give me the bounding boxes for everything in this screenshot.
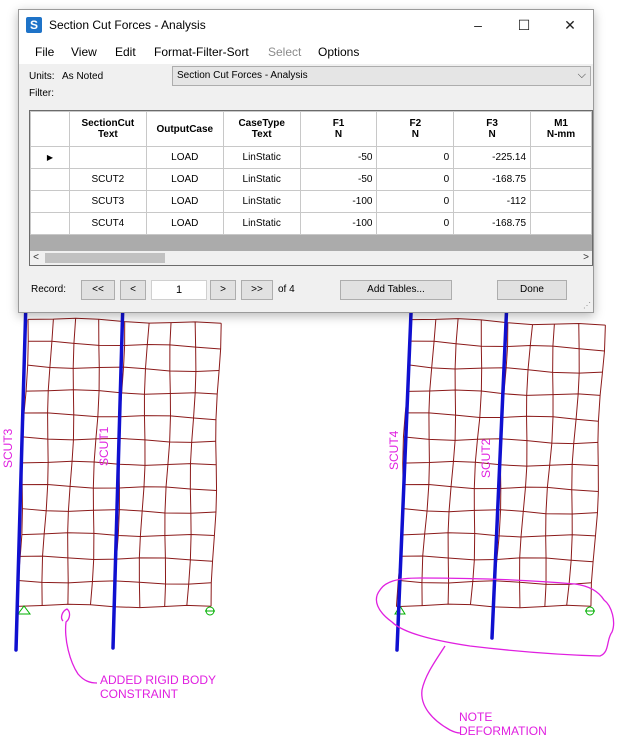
filter-label: Filter:	[29, 88, 54, 99]
table-select-dropdown[interactable]: Section Cut Forces - Analysis ⌵	[172, 66, 591, 86]
cell-outputcase[interactable]: LOAD	[145, 146, 224, 169]
table-select-value: Section Cut Forces - Analysis	[177, 70, 308, 81]
section-cut-line-scut3	[14, 263, 29, 652]
menu-options[interactable]: Options	[318, 45, 359, 59]
column-header-f2[interactable]: F2 N	[376, 111, 455, 147]
menu-edit[interactable]: Edit	[115, 45, 136, 59]
column-header-sectioncut[interactable]: SectionCut Text	[68, 111, 147, 147]
chevron-down-icon: ⌵	[577, 69, 586, 81]
column-header-f3[interactable]: F3 N	[453, 111, 532, 147]
last-record-button[interactable]: >>	[241, 280, 273, 300]
cell-sectioncut[interactable]: SCUT4	[68, 212, 147, 235]
table-header-row: SectionCut Text OutputCase CaseType Text F…	[30, 111, 592, 147]
cut-label-scut4: SCUT4	[387, 430, 401, 470]
record-number-input[interactable]: 1	[151, 280, 207, 300]
left-support-icons	[17, 605, 215, 616]
title-bar[interactable]: S Section Cut Forces - Analysis – ☐ ✕	[19, 10, 593, 40]
cell-f2[interactable]: 0	[376, 212, 455, 235]
rigid-body-pointer-stroke	[60, 608, 98, 684]
column-header-outputcase[interactable]: OutputCase	[145, 111, 224, 147]
cell-outputcase[interactable]: LOAD	[145, 168, 224, 191]
cell-casetype[interactable]: LinStatic	[222, 190, 301, 213]
cell-m1[interactable]	[530, 212, 592, 235]
cell-sectioncut[interactable]: SCUT1	[68, 146, 147, 169]
cell-f2[interactable]: 0	[376, 168, 455, 191]
cell-casetype[interactable]: LinStatic	[222, 168, 301, 191]
cell-sectioncut[interactable]: SCUT2	[68, 168, 147, 191]
cell-outputcase[interactable]: LOAD	[145, 212, 224, 235]
cell-f3[interactable]: -168.75	[453, 168, 532, 191]
cut-label-scut2: SCUT2	[479, 438, 493, 478]
cell-f1[interactable]: -50	[299, 146, 378, 169]
maximize-button[interactable]: ☐	[501, 10, 547, 40]
cell-f1[interactable]: -100	[299, 212, 378, 235]
data-grid: SectionCut Text OutputCase CaseType Text F…	[29, 110, 593, 266]
column-header-f1[interactable]: F1 N	[299, 111, 378, 147]
sap-app-icon: S	[26, 17, 42, 33]
cell-sectioncut[interactable]: SCUT3	[68, 190, 147, 213]
table-row[interactable]: SCUT2 LOAD LinStatic -50 0 -168.75	[30, 168, 592, 191]
cell-casetype[interactable]: LinStatic	[222, 212, 301, 235]
record-label: Record:	[31, 284, 67, 295]
deformation-pointer-stroke	[421, 645, 461, 734]
column-header-m1[interactable]: M1 N-mm	[530, 111, 592, 147]
table-row[interactable]: SCUT3 LOAD LinStatic -100 0 -112	[30, 190, 592, 213]
record-count: of 4	[278, 284, 295, 295]
cell-f3[interactable]: -225.14	[453, 146, 532, 169]
menu-select: Select	[268, 45, 302, 59]
add-tables-button[interactable]: Add Tables...	[340, 280, 452, 300]
minimize-button[interactable]: –	[455, 10, 501, 40]
scroll-right-icon[interactable]: >	[580, 251, 592, 265]
next-record-button[interactable]: >	[210, 280, 236, 300]
table-row[interactable]: SCUT4 LOAD LinStatic -100 0 -168.75	[30, 212, 592, 235]
cell-casetype[interactable]: LinStatic	[222, 146, 301, 169]
note-deformation-line1: NOTE	[459, 710, 492, 724]
window-title: Section Cut Forces - Analysis	[49, 18, 206, 32]
done-button[interactable]: Done	[497, 280, 567, 300]
scrollbar-thumb[interactable]	[45, 253, 165, 263]
note-rigid-body-line2: CONSTRAINT	[100, 687, 179, 701]
cell-m1[interactable]	[530, 168, 592, 191]
section-cut-forces-window: S Section Cut Forces - Analysis – ☐ ✕ Fi…	[18, 9, 594, 313]
cell-f1[interactable]: -100	[299, 190, 378, 213]
cell-f1[interactable]: -50	[299, 168, 378, 191]
note-deformation-line2: DEFORMATION	[459, 724, 547, 738]
horizontal-scrollbar[interactable]: < >	[30, 251, 592, 265]
cell-f3[interactable]: -112	[453, 190, 532, 213]
units-value: As Noted	[62, 71, 104, 82]
row-selector-header	[30, 111, 70, 147]
column-header-casetype[interactable]: CaseType Text	[222, 111, 301, 147]
cell-m1[interactable]	[530, 146, 592, 169]
row-selector[interactable]	[30, 190, 70, 213]
scroll-left-icon[interactable]: <	[30, 251, 42, 265]
close-button[interactable]: ✕	[547, 10, 593, 40]
cell-m1[interactable]	[530, 190, 592, 213]
units-label: Units:	[29, 71, 55, 82]
section-cut-line-scut1	[111, 263, 126, 650]
note-rigid-body-line1: ADDED RIGID BODY	[100, 673, 216, 687]
cut-label-scut3: SCUT3	[1, 428, 15, 468]
section-cut-table: SectionCut Text OutputCase CaseType Text F…	[30, 111, 592, 235]
resize-grip-icon[interactable]: ⋰	[583, 301, 591, 310]
menu-view[interactable]: View	[71, 45, 97, 59]
previous-record-button[interactable]: <	[120, 280, 146, 300]
menu-bar: File View Edit Format-Filter-Sort Select…	[19, 40, 593, 64]
row-selector[interactable]	[30, 168, 70, 191]
first-record-button[interactable]: <<	[81, 280, 115, 300]
cell-f3[interactable]: -168.75	[453, 212, 532, 235]
cell-outputcase[interactable]: LOAD	[145, 190, 224, 213]
cell-f2[interactable]: 0	[376, 190, 455, 213]
cut-label-scut1: SCUT1	[97, 426, 111, 466]
menu-format-filter-sort[interactable]: Format-Filter-Sort	[154, 45, 249, 59]
cell-f2[interactable]: 0	[376, 146, 455, 169]
table-row[interactable]: ▶ SCUT1 LOAD LinStatic -50 0 -225.14	[30, 146, 592, 169]
row-indicator-icon[interactable]: ▶	[30, 146, 70, 169]
menu-file[interactable]: File	[35, 45, 54, 59]
row-selector[interactable]	[30, 212, 70, 235]
